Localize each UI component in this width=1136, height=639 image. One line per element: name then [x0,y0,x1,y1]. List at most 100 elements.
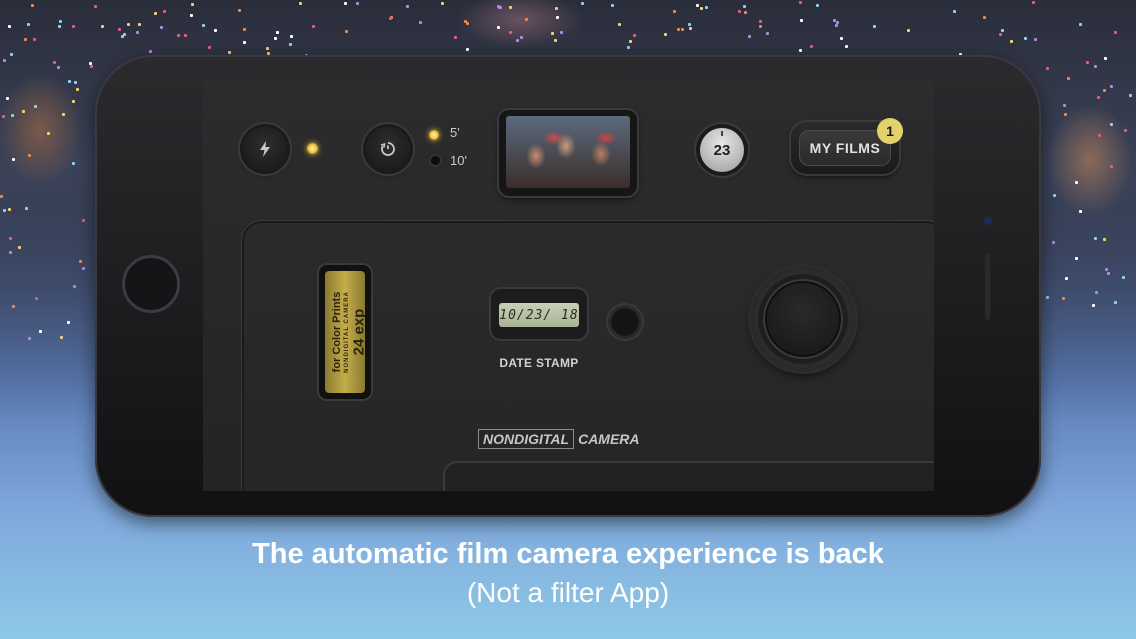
subline-caption: (Not a filter App) [466,577,670,608]
film-text-color-prints: for Color Prints [331,291,343,373]
confetti-piece [11,157,15,161]
viewfinder[interactable] [499,110,637,196]
confetti-piece [27,22,31,26]
confetti-piece [201,24,205,28]
confetti-piece [81,267,85,271]
confetti-piece [440,2,444,6]
film-door-panel [445,463,934,491]
confetti-piece [24,206,28,210]
confetti-piece [7,25,11,29]
timer-5-led[interactable] [429,130,439,140]
confetti-piece [207,46,211,50]
confetti-piece [508,6,512,10]
confetti-piece [618,23,622,27]
confetti-piece [798,48,802,52]
confetti-piece [1001,29,1005,33]
shutter-button[interactable] [751,267,855,371]
front-camera [984,217,992,225]
confetti-piece [93,4,97,8]
confetti-piece [677,27,681,31]
timer-10-led[interactable] [431,156,440,165]
confetti-piece [799,19,803,23]
confetti-piece [154,11,158,15]
confetti-piece [737,9,741,13]
confetti-piece [999,32,1003,36]
confetti-piece [21,109,25,113]
confetti-piece [1094,64,1098,68]
film-window: for Color Prints NONDIGITAL CAMERA 24 ex… [319,265,371,399]
confetti-piece [59,335,63,339]
film-cartridge-label: for Color Prints NONDIGITAL CAMERA 24 ex… [325,271,365,393]
confetti-piece [46,131,50,135]
confetti-piece [71,100,75,104]
confetti-piece [2,209,6,213]
confetti-piece [454,35,458,39]
confetti-piece [53,61,57,65]
confetti-piece [290,34,294,38]
shot-counter: 23 [700,128,744,172]
confetti-piece [1061,296,1065,300]
confetti-piece [627,45,631,49]
confetti-piece [844,44,848,48]
confetti-piece [515,38,519,42]
confetti-piece [1093,237,1097,241]
confetti-piece [496,26,500,30]
confetti-piece [1109,122,1113,126]
confetti-piece [1124,128,1128,132]
confetti-piece [10,113,14,117]
confetti-piece [610,3,614,7]
confetti-piece [184,33,188,37]
film-text-exposures: 24 exp [350,308,366,356]
confetti-piece [57,24,61,28]
confetti-piece [810,44,814,48]
confetti-piece [1023,36,1027,40]
confetti-piece [1051,240,1055,244]
confetti-piece [355,1,359,5]
shot-counter-value: 23 [713,141,731,159]
confetti-piece [466,21,470,25]
confetti-piece [673,10,677,14]
confetti-piece [298,1,302,5]
confetti-piece [1106,271,1110,275]
confetti-piece [1010,39,1014,43]
confetti-piece [952,10,956,14]
flash-indicator-led [307,143,318,154]
self-timer-button[interactable] [366,127,410,171]
shutter-button-center [767,283,839,355]
home-button[interactable] [122,255,180,313]
confetti-piece [213,29,217,33]
confetti-piece [75,88,79,92]
flash-toggle-button[interactable] [243,127,287,171]
confetti-piece [519,36,523,40]
confetti-piece [550,32,554,36]
confetti-piece [67,320,71,324]
confetti-piece [38,330,42,334]
timer-5-label: 5' [450,125,460,140]
counter-tick-mark [721,131,723,136]
confetti-piece [3,58,7,62]
film-text-brand: NONDIGITAL CAMERA [344,291,350,373]
confetti-piece [1046,66,1050,70]
confetti-piece [556,16,560,20]
timer-icon [380,142,395,156]
confetti-piece [312,24,315,28]
earpiece-speaker [985,254,990,320]
confetti-piece [61,113,65,117]
confetti-piece [1102,88,1106,92]
confetti-piece [982,16,986,20]
confetti-piece [162,10,166,14]
app-screen: 5' 10' 23 MY FILMS 1 for Color Prints NO… [203,80,934,491]
confetti-piece [705,6,709,10]
date-stamp-toggle-button[interactable] [608,305,642,339]
confetti-piece [560,30,564,34]
confetti-piece [100,24,104,28]
confetti-piece [8,251,12,255]
confetti-piece [149,49,152,53]
confetti-piece [1105,268,1108,272]
confetti-piece [1052,194,1056,198]
confetti-piece [265,47,269,51]
confetti-piece [28,336,32,340]
confetti-piece [418,20,422,24]
confetti-piece [344,30,348,34]
confetti-piece [89,64,93,68]
